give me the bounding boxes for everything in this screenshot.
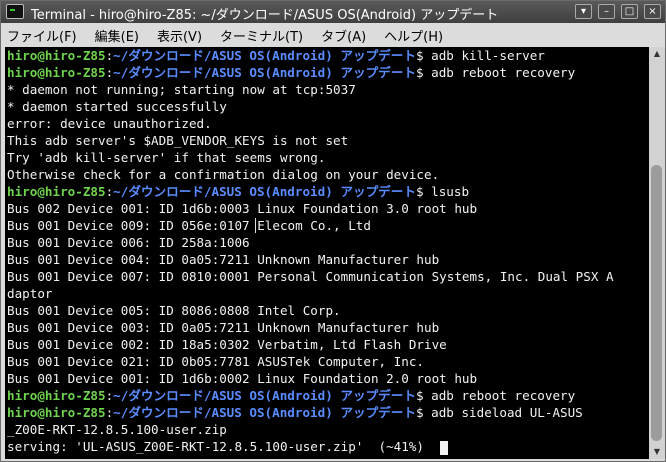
menu-edit[interactable]: 編集(E) xyxy=(89,26,145,45)
output-text: Bus 002 Device 001: ID 1d6b:0003 Linux F… xyxy=(7,201,478,216)
command-text: adb reboot recovery xyxy=(431,388,576,403)
command-text: adb reboot recovery xyxy=(431,65,576,80)
prompt-path: ~/ダウンロード/ASUS OS(Android) アップデート xyxy=(113,405,416,420)
output-text: Bus 001 Device 007: ID 0810:0001 Persona… xyxy=(7,269,614,284)
prompt-line: hiro@hiro-Z85:~/ダウンロード/ASUS OS(Android) … xyxy=(5,387,649,404)
prompt-path: ~/ダウンロード/ASUS OS(Android) アップデート xyxy=(113,388,416,403)
output-line: Bus 002 Device 001: ID 1d6b:0003 Linux F… xyxy=(5,200,649,217)
output-line: Try 'adb kill-server' if that seems wron… xyxy=(5,149,649,166)
output-text: Try 'adb kill-server' if that seems wron… xyxy=(7,150,326,165)
output-line: error: device unauthorized. xyxy=(5,115,649,132)
output-text: Bus 001 Device 004: ID 0a05:7211 Unknown… xyxy=(7,252,440,267)
output-line: Bus 001 Device 004: ID 0a05:7211 Unknown… xyxy=(5,251,649,268)
output-line: _Z00E-RKT-12.8.5.100-user.zip xyxy=(5,421,649,438)
menu-terminal[interactable]: ターミナル(T) xyxy=(214,26,309,45)
maximize-button[interactable]: □ xyxy=(621,4,638,19)
command-text: adb sideload UL-ASUS xyxy=(431,405,583,420)
output-text: This adb server's $ADB_VENDOR_KEYS is no… xyxy=(7,133,349,148)
prompt-symbol: $ xyxy=(415,405,432,420)
terminal-output[interactable]: hiro@hiro-Z85:~/ダウンロード/ASUS OS(Android) … xyxy=(5,47,649,459)
terminal-window: Terminal - hiro@hiro-Z85: ~/ダウンロード/ASUS … xyxy=(0,0,666,462)
menu-view[interactable]: 表示(V) xyxy=(151,26,208,45)
prompt-path: ~/ダウンロード/ASUS OS(Android) アップデート xyxy=(113,48,416,63)
menu-file[interactable]: ファイル(F) xyxy=(1,26,83,45)
output-text: Bus 001 Device 001: ID 1d6b:0002 Linux F… xyxy=(7,371,478,386)
scroll-down-arrow-icon[interactable]: ▼ xyxy=(649,445,665,459)
output-line: Bus 001 Device 005: ID 8086:0808 Intel C… xyxy=(5,302,649,319)
prompt-line: hiro@hiro-Z85:~/ダウンロード/ASUS OS(Android) … xyxy=(5,183,649,200)
output-text: serving: 'UL-ASUS_Z00E-RKT-12.8.5.100-us… xyxy=(7,439,440,454)
text-cursor xyxy=(440,440,449,455)
window-menu-button[interactable]: ▾ xyxy=(575,4,592,19)
output-text: daptor xyxy=(7,286,53,301)
output-line: Bus 001 Device 003: ID 0a05:7211 Unknown… xyxy=(5,319,649,336)
output-line: Bus 001 Device 002: ID 18a5:0302 Verbati… xyxy=(5,336,649,353)
terminal-app-icon xyxy=(6,4,24,19)
prompt-user: hiro@hiro-Z85 xyxy=(7,184,106,199)
menu-tabs[interactable]: タブ(A) xyxy=(315,26,372,45)
output-text: error: device unauthorized. xyxy=(7,116,212,131)
prompt-line: hiro@hiro-Z85:~/ダウンロード/ASUS OS(Android) … xyxy=(5,64,649,81)
output-line: * daemon started successfully xyxy=(5,98,649,115)
minimize-button[interactable]: – xyxy=(598,4,615,19)
output-text: Bus 001 Device 003: ID 0a05:7211 Unknown… xyxy=(7,320,440,335)
prompt-symbol: $ xyxy=(415,65,432,80)
prompt-symbol: $ xyxy=(415,388,432,403)
close-button[interactable]: × xyxy=(644,4,661,19)
output-text: Bus 001 Device 002: ID 18a5:0302 Verbati… xyxy=(7,337,447,352)
output-line: * daemon not running; starting now at tc… xyxy=(5,81,649,98)
scrollbar-thumb[interactable] xyxy=(651,165,662,441)
prompt-line: hiro@hiro-Z85:~/ダウンロード/ASUS OS(Android) … xyxy=(5,404,649,421)
window-title: Terminal - hiro@hiro-Z85: ~/ダウンロード/ASUS … xyxy=(31,8,499,23)
output-line: serving: 'UL-ASUS_Z00E-RKT-12.8.5.100-us… xyxy=(5,438,649,455)
output-text: Bus 001 Device 006: ID 258a:1006 xyxy=(7,235,250,250)
output-line: This adb server's $ADB_VENDOR_KEYS is no… xyxy=(5,132,649,149)
menu-help[interactable]: ヘルプ(H) xyxy=(378,26,449,45)
output-text: * daemon started successfully xyxy=(7,99,227,114)
command-text: adb kill-server xyxy=(431,48,545,63)
scroll-up-arrow-icon[interactable]: ▲ xyxy=(649,47,665,61)
output-line: daptor xyxy=(5,285,649,302)
output-text: Elecom Co., Ltd xyxy=(257,218,371,233)
prompt-user: hiro@hiro-Z85 xyxy=(7,48,106,63)
prompt-symbol: $ xyxy=(415,184,432,199)
command-text: lsusb xyxy=(431,184,470,199)
output-text: Otherwise check for a confirmation dialo… xyxy=(7,167,440,182)
output-line: Bus 001 Device 009: ID 056e:0107 Elecom … xyxy=(5,217,649,234)
output-text: Bus 001 Device 005: ID 8086:0808 Intel C… xyxy=(7,303,341,318)
menu-bar: ファイル(F) 編集(E) 表示(V) ターミナル(T) タブ(A) ヘルプ(H… xyxy=(1,23,665,47)
prompt-path: ~/ダウンロード/ASUS OS(Android) アップデート xyxy=(113,65,416,80)
prompt-line: hiro@hiro-Z85:~/ダウンロード/ASUS OS(Android) … xyxy=(5,47,649,64)
prompt-path: ~/ダウンロード/ASUS OS(Android) アップデート xyxy=(113,184,416,199)
vertical-scrollbar[interactable]: ▲ ▼ xyxy=(649,47,665,459)
output-text: Bus 001 Device 021: ID 0b05:7781 ASUSTek… xyxy=(7,354,425,369)
output-line: Bus 001 Device 006: ID 258a:1006 xyxy=(5,234,649,251)
output-text: _Z00E-RKT-12.8.5.100-user.zip xyxy=(7,422,227,437)
output-line: Bus 001 Device 021: ID 0b05:7781 ASUSTek… xyxy=(5,353,649,370)
title-bar[interactable]: Terminal - hiro@hiro-Z85: ~/ダウンロード/ASUS … xyxy=(1,1,665,23)
prompt-user: hiro@hiro-Z85 xyxy=(7,405,106,420)
prompt-user: hiro@hiro-Z85 xyxy=(7,388,106,403)
output-text: Bus 001 Device 009: ID 056e:0107 xyxy=(7,218,258,233)
output-line: Bus 001 Device 007: ID 0810:0001 Persona… xyxy=(5,268,649,285)
output-text: * daemon not running; starting now at tc… xyxy=(7,82,356,97)
prompt-symbol: $ xyxy=(415,48,432,63)
output-line: Otherwise check for a confirmation dialo… xyxy=(5,166,649,183)
prompt-user: hiro@hiro-Z85 xyxy=(7,65,106,80)
output-line: Bus 001 Device 001: ID 1d6b:0002 Linux F… xyxy=(5,370,649,387)
